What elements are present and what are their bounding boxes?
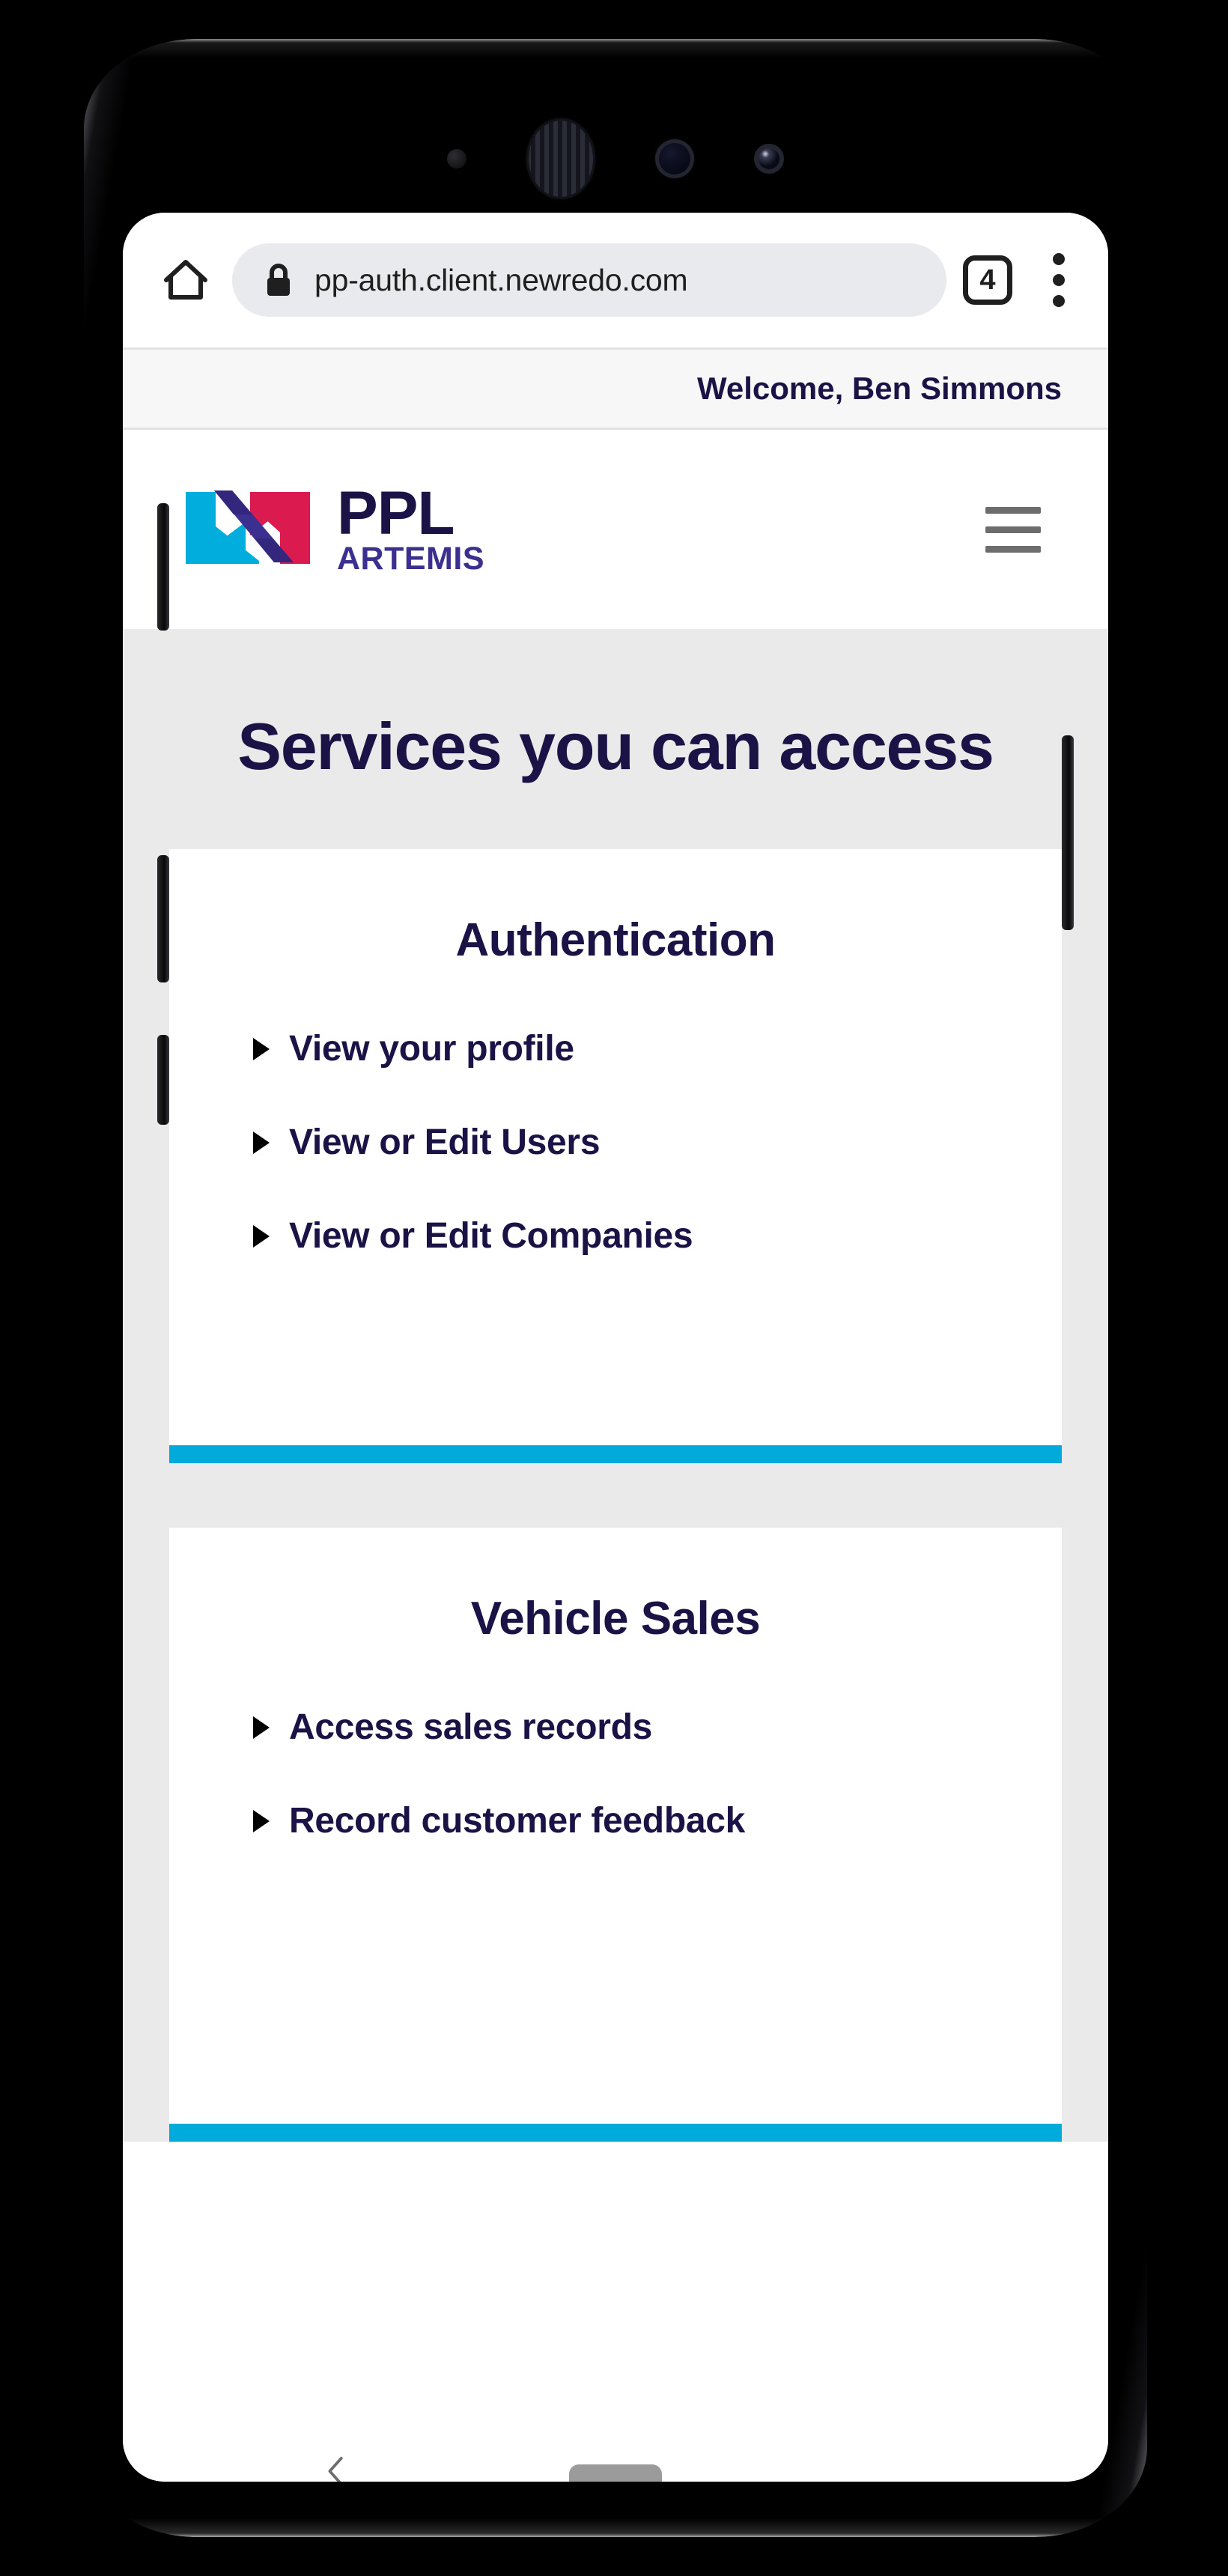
hamburger-line xyxy=(985,526,1041,533)
triangle-bullet-icon xyxy=(253,1224,270,1248)
card-title: Vehicle Sales xyxy=(470,1593,761,1644)
phone-device-frame: pp-auth.client.newredo.com 4 Welcome, Be… xyxy=(84,39,1147,2537)
list-item[interactable]: Access sales records xyxy=(253,1707,1062,1748)
list-item[interactable]: View or Edit Users xyxy=(253,1122,1062,1163)
card-accent-bar xyxy=(169,1445,1062,1463)
page-content: Services you can access Authentication V… xyxy=(123,629,1108,2142)
brand-wordmark: PPL ARTEMIS xyxy=(337,479,484,577)
android-navigation-bar xyxy=(123,2410,1108,2482)
wordmark-primary: PPL xyxy=(337,479,455,547)
iris-scanner-icon xyxy=(754,144,784,174)
hamburger-line xyxy=(985,545,1041,553)
power-button[interactable] xyxy=(1062,735,1074,930)
triangle-bullet-icon xyxy=(253,1131,270,1154)
tab-counter-button[interactable]: 4 xyxy=(963,255,1012,305)
volume-up-button[interactable] xyxy=(157,503,169,631)
brand-logo[interactable]: PPL ARTEMIS xyxy=(181,480,484,579)
proximity-sensor-icon xyxy=(447,149,466,168)
sensor-cluster xyxy=(84,114,1147,204)
service-link-label: Record customer feedback xyxy=(289,1801,746,1841)
volume-down-button[interactable] xyxy=(157,855,169,982)
more-vertical-icon[interactable] xyxy=(1036,244,1081,316)
card-link-list: Access sales records Record customer fee… xyxy=(169,1707,1062,2124)
phone-screen: pp-auth.client.newredo.com 4 Welcome, Be… xyxy=(123,213,1108,2482)
lock-icon xyxy=(267,264,290,296)
browser-toolbar: pp-auth.client.newredo.com 4 xyxy=(123,213,1108,347)
home-button[interactable] xyxy=(150,244,222,316)
assistant-button[interactable] xyxy=(157,1035,169,1125)
hamburger-line xyxy=(985,506,1041,514)
service-link-label: View or Edit Companies xyxy=(289,1216,693,1256)
triangle-bullet-icon xyxy=(253,1716,270,1739)
welcome-message: Welcome, Ben Simmons xyxy=(696,371,1062,406)
card-title: Authentication xyxy=(455,914,776,966)
list-item[interactable]: Record customer feedback xyxy=(253,1800,1062,1841)
url-bar[interactable]: pp-auth.client.newredo.com xyxy=(232,243,946,317)
tab-count-label: 4 xyxy=(979,264,996,296)
front-camera-icon xyxy=(655,139,694,178)
page-title: Services you can access xyxy=(237,709,994,783)
service-link-label: Access sales records xyxy=(289,1707,653,1747)
earpiece-speaker-icon xyxy=(526,118,595,199)
list-item[interactable]: View or Edit Companies xyxy=(253,1215,1062,1257)
menu-dot xyxy=(1053,274,1065,286)
service-card-vehicle-sales: Vehicle Sales Access sales records Recor… xyxy=(169,1528,1062,2142)
wordmark-secondary: ARTEMIS xyxy=(337,540,484,577)
triangle-bullet-icon xyxy=(253,1809,270,1832)
service-link-label: View your profile xyxy=(289,1029,574,1069)
list-item[interactable]: View your profile xyxy=(253,1028,1062,1069)
welcome-bar: Welcome, Ben Simmons xyxy=(123,347,1108,430)
url-text: pp-auth.client.newredo.com xyxy=(314,262,688,297)
home-pill-icon[interactable] xyxy=(568,2464,662,2482)
chevron-left-icon[interactable] xyxy=(320,2454,354,2482)
card-link-list: View your profile View or Edit Users Vie… xyxy=(169,1028,1062,1445)
hamburger-menu-icon[interactable] xyxy=(972,488,1054,571)
service-link-label: View or Edit Users xyxy=(289,1123,601,1162)
ppl-artemis-logo-icon xyxy=(186,490,310,564)
menu-dot xyxy=(1053,253,1065,265)
card-accent-bar xyxy=(169,2124,1062,2142)
site-header: PPL ARTEMIS xyxy=(123,430,1108,629)
menu-dot xyxy=(1053,295,1065,307)
triangle-bullet-icon xyxy=(253,1037,270,1060)
service-card-authentication: Authentication View your profile View or… xyxy=(169,849,1062,1463)
recents-icon[interactable] xyxy=(877,2428,911,2463)
